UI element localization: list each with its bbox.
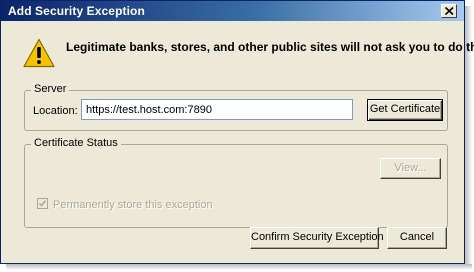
cancel-button[interactable]: Cancel [387, 227, 447, 249]
close-button[interactable] [441, 4, 457, 18]
warning-message: Legitimate banks, stores, and other publ… [66, 40, 474, 54]
confirm-security-exception-button[interactable]: Confirm Security Exception [250, 227, 384, 249]
window-shadow-bottom [6, 264, 472, 270]
dialog-window: Add Security Exception Legitimate banks,… [0, 0, 474, 264]
certificate-status-group: Certificate Status View... Permanently s… [24, 137, 448, 228]
window-title: Add Security Exception [8, 4, 145, 18]
view-button[interactable]: View... [380, 158, 441, 179]
get-certificate-button[interactable]: Get Certificate [367, 99, 443, 121]
permanent-store-label: Permanently store this exception [53, 199, 213, 211]
certificate-status-legend: Certificate Status [31, 137, 121, 149]
location-input[interactable] [81, 99, 353, 120]
server-legend: Server [31, 83, 70, 95]
warning-icon [23, 38, 55, 68]
checkmark-icon [38, 200, 47, 207]
location-label: Location: [33, 105, 78, 117]
close-icon [445, 7, 454, 15]
server-group: Server Location: Get Certificate [24, 83, 448, 131]
title-bar[interactable]: Add Security Exception [1, 1, 464, 21]
permanent-store-checkbox[interactable] [37, 198, 48, 209]
